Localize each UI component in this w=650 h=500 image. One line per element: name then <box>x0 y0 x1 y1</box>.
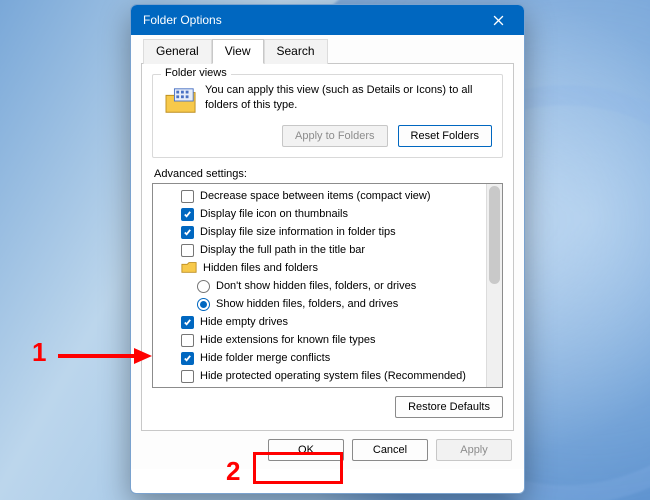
advanced-settings-tree[interactable]: Decrease space between items (compact vi… <box>152 183 503 388</box>
annotation-number-1: 1 <box>32 337 46 368</box>
checkbox-icon <box>181 316 194 329</box>
option-size-tip[interactable]: Display file size information in folder … <box>159 223 496 241</box>
option-hide-empty[interactable]: Hide empty drives <box>159 313 496 331</box>
checkbox-icon <box>181 388 194 389</box>
tab-search[interactable]: Search <box>264 39 328 64</box>
tab-general[interactable]: General <box>143 39 212 64</box>
folder-views-group-title: Folder views <box>161 67 231 79</box>
option-hide-os-files[interactable]: Hide protected operating system files (R… <box>159 367 496 385</box>
scrollbar-thumb[interactable] <box>489 186 500 284</box>
checkbox-icon <box>181 190 194 203</box>
restore-defaults-button[interactable]: Restore Defaults <box>395 396 503 418</box>
checkbox-icon <box>181 352 194 365</box>
option-hide-ext[interactable]: Hide extensions for known file types <box>159 331 496 349</box>
ok-button[interactable]: OK <box>268 439 344 461</box>
option-thumb-icon[interactable]: Display file icon on thumbnails <box>159 205 496 223</box>
option-hidden-hide[interactable]: Don't show hidden files, folders, or dri… <box>159 277 496 295</box>
radio-icon <box>197 280 210 293</box>
close-button[interactable] <box>478 5 518 35</box>
folder-views-group: Folder views You can apply this view (su… <box>152 74 503 158</box>
window-title: Folder Options <box>143 13 478 27</box>
option-launch-separate[interactable]: Launch folder windows in a separate proc… <box>159 385 496 388</box>
cancel-button[interactable]: Cancel <box>352 439 428 461</box>
option-hidden-group[interactable]: Hidden files and folders <box>159 259 496 277</box>
checkbox-icon <box>181 334 194 347</box>
folder-icon <box>181 260 197 277</box>
option-compact-view[interactable]: Decrease space between items (compact vi… <box>159 187 496 205</box>
option-full-path[interactable]: Display the full path in the title bar <box>159 241 496 259</box>
tab-view[interactable]: View <box>212 39 264 64</box>
apply-button: Apply <box>436 439 512 461</box>
option-hide-merge[interactable]: Hide folder merge conflicts <box>159 349 496 367</box>
folder-views-icon <box>163 83 199 119</box>
option-hidden-show[interactable]: Show hidden files, folders, and drives <box>159 295 496 313</box>
checkbox-icon <box>181 370 194 383</box>
tree-scrollbar[interactable] <box>486 184 502 387</box>
checkbox-icon <box>181 208 194 221</box>
advanced-settings-label: Advanced settings: <box>154 168 503 180</box>
checkbox-icon <box>181 226 194 239</box>
tab-panel-view: Folder views You can apply this view (su… <box>141 64 514 431</box>
folder-options-dialog: Folder Options General View Search Folde… <box>130 4 525 494</box>
checkbox-icon <box>181 244 194 257</box>
apply-to-folders-button: Apply to Folders <box>282 125 387 147</box>
folder-views-description: You can apply this view (such as Details… <box>205 83 492 119</box>
reset-folders-button[interactable]: Reset Folders <box>398 125 492 147</box>
titlebar: Folder Options <box>131 5 524 35</box>
close-icon <box>493 15 504 26</box>
tab-strip: General View Search <box>141 38 514 64</box>
radio-icon <box>197 298 210 311</box>
